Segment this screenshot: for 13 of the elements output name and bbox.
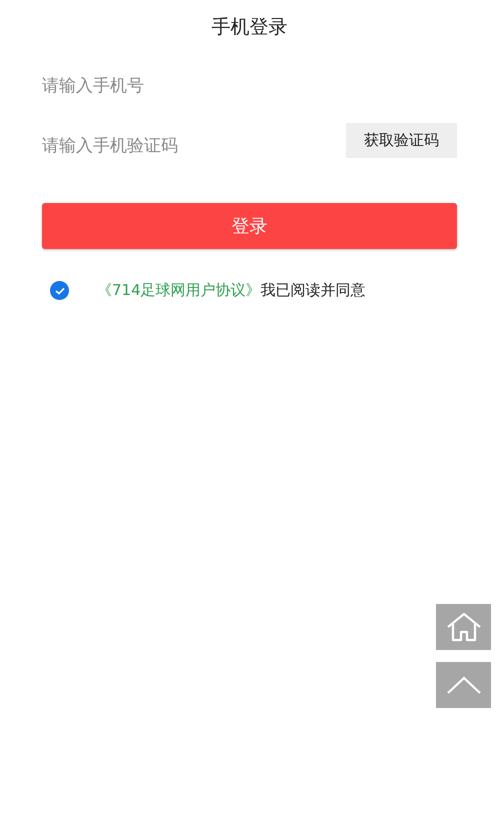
phone-input-field[interactable]: 请输入手机号 — [42, 76, 457, 96]
chevron-up-icon — [446, 676, 480, 694]
login-button[interactable]: 登录 — [42, 203, 457, 249]
agreement-text: 我已阅读并同意 — [260, 281, 366, 300]
checkmark-icon — [54, 286, 64, 294]
code-input-field[interactable]: 请输入手机验证码 — [42, 136, 346, 156]
agreement-checkbox[interactable] — [50, 281, 69, 300]
agreement-link[interactable]: 《714足球网用户协议》 — [97, 281, 261, 300]
get-code-button[interactable]: 获取验证码 — [346, 122, 457, 158]
page-title: 手机登录 — [210, 15, 288, 40]
back-to-top-button[interactable] — [436, 662, 491, 708]
home-button[interactable] — [436, 604, 491, 650]
home-icon — [446, 611, 482, 643]
